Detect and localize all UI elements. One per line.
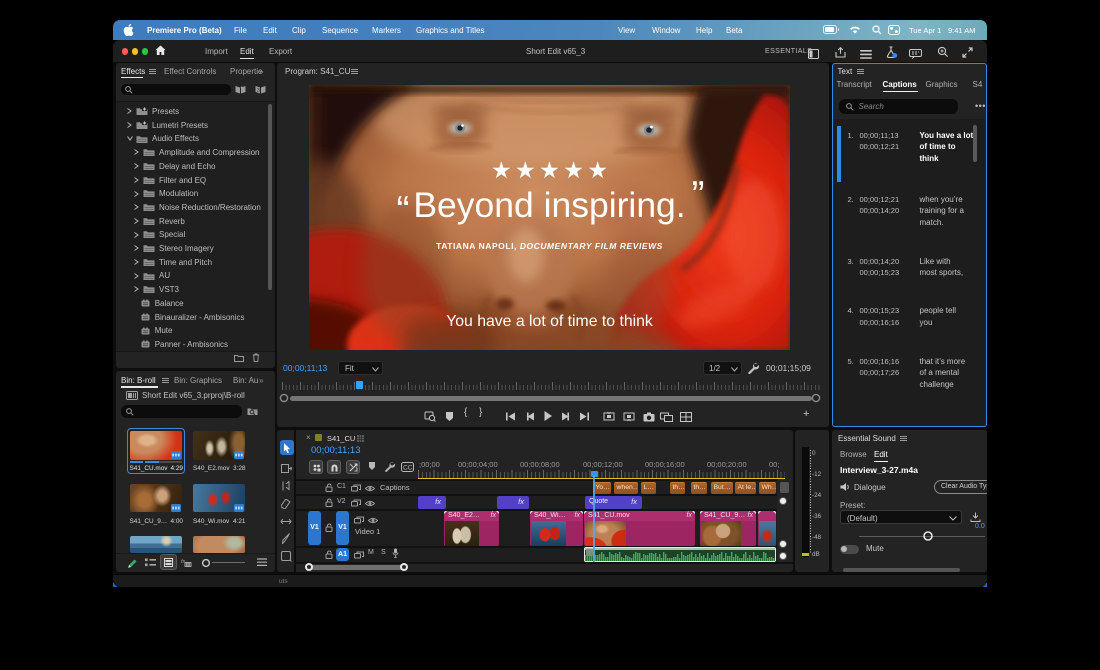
svg-text:3: 3 (257, 88, 260, 94)
